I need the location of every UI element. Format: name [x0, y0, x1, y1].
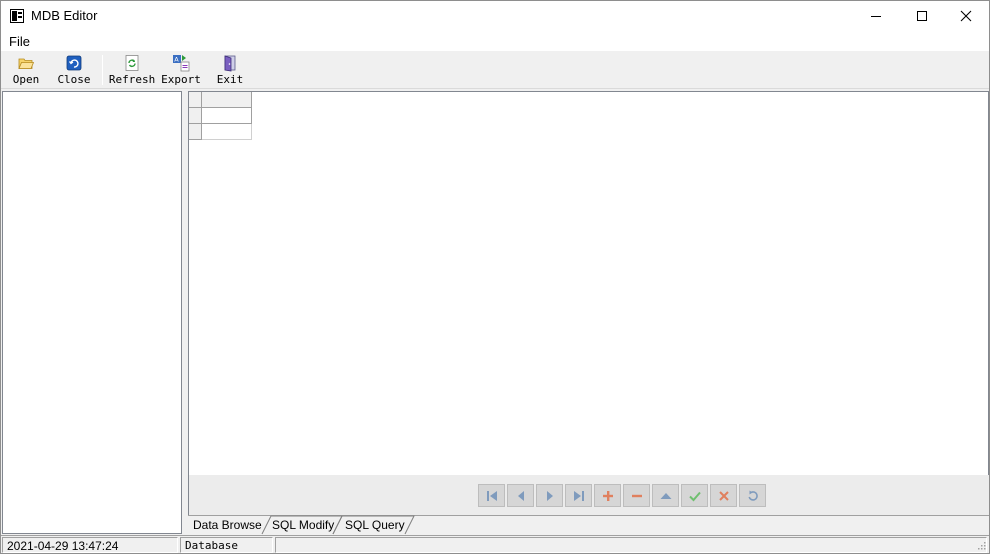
nav-edit-button[interactable] [652, 484, 679, 507]
nav-post-button[interactable] [681, 484, 708, 507]
first-record-icon [486, 490, 497, 501]
tab-sql-query[interactable]: SQL Query [345, 516, 405, 535]
last-record-icon [573, 490, 584, 501]
nav-last-button[interactable] [565, 484, 592, 507]
nav-delete-button[interactable] [623, 484, 650, 507]
export-button[interactable]: A Export [161, 53, 201, 87]
grid-column-header[interactable] [202, 92, 252, 108]
table-tree-panel[interactable] [2, 91, 182, 534]
grid-row-indicator[interactable] [189, 108, 202, 124]
menu-bar: File [1, 31, 989, 51]
window-title: MDB Editor [31, 8, 98, 23]
title-bar[interactable]: MDB Editor [1, 1, 989, 31]
export-label: Export [161, 73, 201, 86]
close-button[interactable]: Close [57, 53, 91, 87]
tab-bar: Data Browse SQL Modify SQL Query [188, 515, 989, 535]
resize-grip-icon[interactable] [977, 541, 987, 551]
status-database-value [275, 537, 987, 553]
undo-icon [66, 55, 82, 71]
tab-data-browse[interactable]: Data Browse [193, 516, 262, 535]
nav-cancel-button[interactable] [710, 484, 737, 507]
tab-sql-modify[interactable]: SQL Modify [272, 516, 334, 535]
toolbar: Open Close Refresh A Export Exit [1, 51, 989, 89]
cross-icon [718, 490, 729, 501]
close-window-button[interactable] [943, 1, 989, 31]
grid-corner-cell[interactable] [189, 92, 202, 108]
app-window: MDB Editor File Open Close Refresh A Exp… [0, 0, 990, 554]
data-grid[interactable] [188, 91, 989, 475]
nav-insert-button[interactable] [594, 484, 621, 507]
refresh-icon [125, 55, 139, 71]
open-button[interactable]: Open [10, 53, 42, 87]
maximize-button[interactable] [899, 1, 945, 31]
exit-button[interactable]: Exit [215, 53, 245, 87]
maximize-icon [917, 11, 927, 21]
open-label: Open [12, 73, 40, 86]
triangle-up-icon [660, 492, 671, 499]
nav-refresh-button[interactable] [739, 484, 766, 507]
prior-record-icon [517, 490, 524, 501]
status-datetime: 2021-04-29 13:47:24 [2, 537, 178, 553]
close-label: Close [57, 73, 91, 86]
toolbar-separator [102, 55, 103, 85]
checkmark-icon [688, 491, 701, 501]
minimize-button[interactable] [853, 1, 899, 31]
grid-row-indicator[interactable] [189, 124, 202, 140]
grid-cell[interactable] [202, 108, 252, 124]
nav-prior-button[interactable] [507, 484, 534, 507]
refresh-button[interactable]: Refresh [109, 53, 155, 87]
status-database-label: Database Name: [180, 537, 273, 554]
close-icon [960, 10, 972, 22]
grid-cell[interactable] [202, 124, 252, 140]
plus-icon [602, 490, 613, 501]
nav-next-button[interactable] [536, 484, 563, 507]
svg-text:A: A [174, 56, 179, 64]
menu-file[interactable]: File [9, 34, 30, 49]
folder-open-icon [18, 58, 35, 69]
status-bar: 2021-04-29 13:47:24 Database Name: [1, 535, 989, 554]
exit-label: Exit [216, 73, 244, 86]
nav-first-button[interactable] [478, 484, 505, 507]
minimize-icon [871, 16, 881, 17]
export-icon: A [173, 55, 190, 72]
exit-door-icon [224, 55, 236, 72]
app-icon [10, 9, 24, 23]
minus-icon [631, 494, 642, 497]
refresh-label: Refresh [108, 73, 156, 86]
next-record-icon [546, 490, 553, 501]
refresh-circle-icon [747, 490, 758, 501]
db-navigator [188, 475, 989, 515]
